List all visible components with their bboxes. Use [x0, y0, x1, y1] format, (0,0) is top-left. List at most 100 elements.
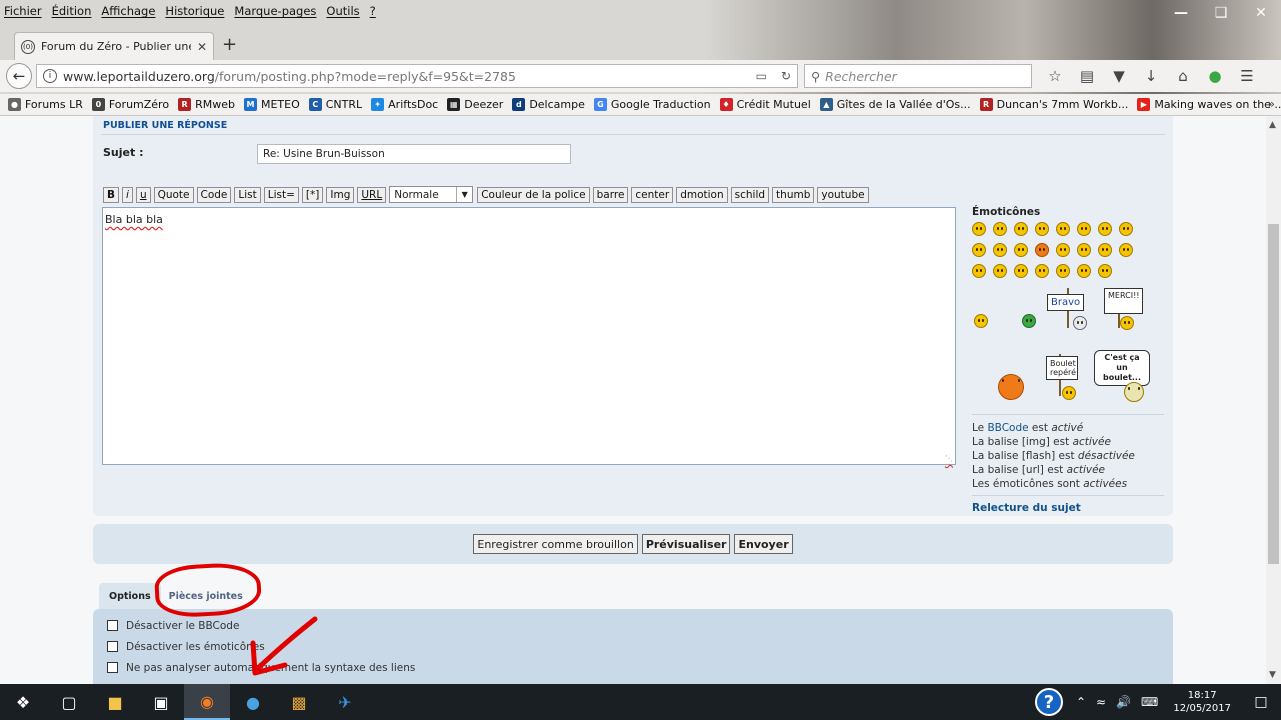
- emoticon-icon[interactable]: [1056, 243, 1070, 257]
- emoticon-icon[interactable]: [1119, 243, 1133, 257]
- bbcode-list-button[interactable]: List: [234, 186, 261, 203]
- bookmark-delcampe[interactable]: d Delcampe: [512, 98, 585, 111]
- merci-sign-icon[interactable]: MERCI!!: [1104, 288, 1144, 314]
- bookmark-forumzero[interactable]: 0 ForumZéro: [91, 98, 169, 111]
- emoticon-icon[interactable]: [998, 374, 1024, 400]
- bbcode-thumb-button[interactable]: thumb: [772, 186, 815, 203]
- emoticon-icon[interactable]: [972, 264, 986, 278]
- bbcode-schild-button[interactable]: schild: [730, 186, 770, 203]
- emoticon-icon[interactable]: [993, 243, 1007, 257]
- restore-icon[interactable]: ❑: [1201, 0, 1241, 26]
- emoticon-icon[interactable]: [1035, 222, 1049, 236]
- emoticon-icon[interactable]: [1073, 316, 1087, 330]
- menu-bookmarks[interactable]: Marque-pages: [234, 4, 316, 18]
- font-size-select[interactable]: Normale ▼: [389, 186, 474, 203]
- bookmarks-overflow-icon[interactable]: »: [1268, 97, 1275, 111]
- emoticon-icon[interactable]: [1014, 243, 1028, 257]
- info-icon[interactable]: i: [43, 69, 57, 83]
- windows-start-icon[interactable]: ❖: [0, 684, 46, 720]
- emoticon-icon[interactable]: [1119, 222, 1133, 236]
- menu-help[interactable]: ?: [370, 4, 376, 18]
- bbcode-strike-button[interactable]: barre: [592, 186, 629, 203]
- back-arrow-icon[interactable]: ←: [6, 63, 32, 89]
- bbcode-italic-button[interactable]: i: [122, 186, 133, 203]
- cest-ca-un-boulet-sign-icon[interactable]: C'est ça un boulet...: [1094, 350, 1150, 386]
- menu-history[interactable]: Historique: [165, 4, 224, 18]
- bookmark-meteo[interactable]: M METEO: [243, 98, 300, 111]
- emoticon-icon[interactable]: [1035, 243, 1049, 257]
- bookmark-cntrl[interactable]: C CNTRL: [308, 98, 362, 111]
- emoticon-icon[interactable]: [1098, 222, 1112, 236]
- firefox-icon[interactable]: ◉: [184, 684, 230, 720]
- library-icon[interactable]: ▤: [1078, 67, 1096, 85]
- keyboard-ime-icon[interactable]: ⌨: [1141, 695, 1158, 709]
- menu-edit[interactable]: Édition: [52, 4, 92, 18]
- address-bar[interactable]: i www.leportailduzero.org/forum/posting.…: [36, 64, 798, 88]
- emoticon-icon[interactable]: [1077, 243, 1091, 257]
- volume-icon[interactable]: 🔊: [1116, 695, 1131, 709]
- emoticon-icon[interactable]: [1062, 386, 1076, 400]
- help-icon[interactable]: ?: [1034, 688, 1063, 716]
- store-icon[interactable]: ▣: [138, 684, 184, 720]
- scroll-down-icon[interactable]: ▼: [1269, 670, 1276, 680]
- notification-icon[interactable]: □: [1241, 694, 1281, 710]
- download-icon[interactable]: ↓: [1142, 67, 1160, 85]
- emoticon-icon[interactable]: [1098, 264, 1112, 278]
- checkbox[interactable]: [107, 641, 118, 652]
- wifi-icon[interactable]: ≈: [1096, 695, 1106, 709]
- bbcode-underline-button[interactable]: u: [135, 186, 151, 203]
- menu-hamburger-icon[interactable]: ☰: [1238, 67, 1256, 85]
- equalizer-icon[interactable]: ▩: [276, 684, 322, 720]
- emoticon-icon[interactable]: [1022, 314, 1036, 328]
- thunderbird-icon[interactable]: ✈: [322, 684, 368, 720]
- task-view-icon[interactable]: ▢: [46, 684, 92, 720]
- star-icon[interactable]: ☆: [1046, 67, 1064, 85]
- save-draft-button[interactable]: Enregistrer comme brouillon: [473, 534, 638, 554]
- bbcode-list-item-button[interactable]: [*]: [301, 186, 324, 203]
- page-scrollbar[interactable]: ▲ ▼: [1266, 116, 1281, 684]
- emoticon-icon[interactable]: [993, 264, 1007, 278]
- emoticon-icon[interactable]: [1014, 222, 1028, 236]
- bbcode-color-button[interactable]: Couleur de la police: [477, 186, 590, 203]
- emoticon-icon[interactable]: [972, 222, 986, 236]
- menu-view[interactable]: Affichage: [101, 4, 155, 18]
- minimize-icon[interactable]: —: [1161, 0, 1201, 26]
- chevron-up-icon[interactable]: ⌃: [1076, 695, 1086, 709]
- bookmark-deezer[interactable]: ▦ Deezer: [447, 98, 503, 111]
- checkbox[interactable]: [107, 620, 118, 631]
- bbcode-link[interactable]: BBCode: [987, 422, 1028, 434]
- bravo-sign-icon[interactable]: Bravo: [1047, 294, 1085, 311]
- emoticon-icon[interactable]: [1056, 222, 1070, 236]
- bbcode-list-ordered-button[interactable]: List=: [263, 186, 299, 203]
- tab-options[interactable]: Options: [99, 583, 161, 609]
- bookmark-google-traduction[interactable]: G Google Traduction: [593, 98, 711, 111]
- review-topic-link[interactable]: Relecture du sujet: [972, 502, 1164, 514]
- bbcode-img-button[interactable]: Img: [326, 186, 355, 203]
- bbcode-quote-button[interactable]: Quote: [153, 186, 194, 203]
- subject-input[interactable]: Re: Usine Brun-Buisson: [257, 144, 571, 164]
- close-window-icon[interactable]: ✕: [1241, 0, 1281, 26]
- bbcode-url-button[interactable]: URL: [357, 186, 387, 203]
- bbcode-code-button[interactable]: Code: [196, 186, 232, 203]
- search-input[interactable]: ⚲ Rechercher: [804, 64, 1032, 88]
- bookmark-duncans[interactable]: R Duncan's 7mm Workb...: [979, 98, 1128, 111]
- emoticon-icon[interactable]: [1098, 243, 1112, 257]
- emoticon-icon[interactable]: [993, 222, 1007, 236]
- scroll-thumb[interactable]: [1268, 224, 1279, 564]
- new-tab-icon[interactable]: +: [222, 34, 237, 55]
- bookmark-credit-mutuel[interactable]: ♦ Crédit Mutuel: [719, 98, 811, 111]
- emoticon-icon[interactable]: [1077, 222, 1091, 236]
- clock[interactable]: 18:17 12/05/2017: [1173, 689, 1231, 715]
- bookmark-forums-lr[interactable]: ● Forums LR: [8, 98, 83, 111]
- emoticon-icon[interactable]: [972, 243, 986, 257]
- emoticon-icon[interactable]: [1124, 382, 1144, 402]
- bookmark-gites[interactable]: ▲ Gîtes de la Vallée d'Os...: [819, 98, 971, 111]
- pocket-icon[interactable]: ▼: [1110, 67, 1128, 85]
- emoticon-icon[interactable]: [1056, 264, 1070, 278]
- tab-forum[interactable]: (0) Forum du Zéro - Publier une ✕: [14, 32, 214, 60]
- resize-grip-icon[interactable]: ⋱: [945, 454, 953, 463]
- bbcode-youtube-button[interactable]: youtube: [817, 186, 869, 203]
- menu-file[interactable]: Fichier: [4, 4, 42, 18]
- emoticon-icon[interactable]: [974, 314, 988, 328]
- menu-tools[interactable]: Outils: [326, 4, 359, 18]
